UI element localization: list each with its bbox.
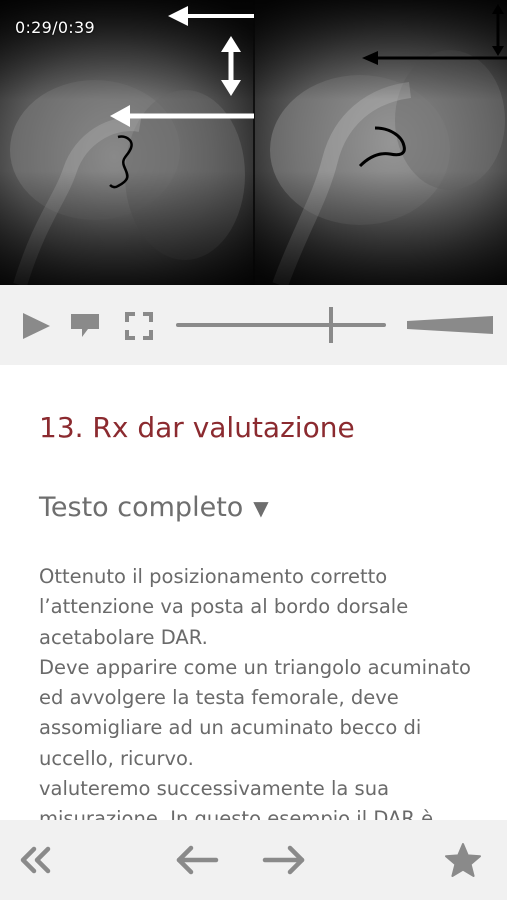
comment-icon bbox=[71, 314, 99, 337]
comment-button[interactable] bbox=[70, 313, 100, 339]
xray-video-frame bbox=[0, 0, 507, 285]
video-timecode: 0:29/0:39 bbox=[15, 18, 95, 37]
previous-button[interactable] bbox=[175, 842, 219, 878]
lesson-content[interactable]: 13. Rx dar valutazione Testo completo ▼ … bbox=[0, 365, 507, 820]
arrow-left-icon bbox=[176, 845, 219, 875]
seek-slider[interactable] bbox=[176, 305, 386, 345]
seek-track bbox=[176, 323, 386, 327]
fullscreen-icon bbox=[125, 312, 153, 340]
video-player[interactable]: 0:29/0:39 bbox=[0, 0, 507, 285]
paragraph: Deve apparire come un triangolo acuminat… bbox=[39, 655, 471, 770]
caret-down-icon: ▼ bbox=[253, 495, 269, 520]
next-button[interactable] bbox=[262, 842, 306, 878]
back-to-start-button[interactable] bbox=[18, 842, 54, 878]
rewind-icon bbox=[20, 846, 51, 874]
arrow-right-icon bbox=[262, 845, 305, 875]
play-button[interactable] bbox=[20, 312, 52, 340]
seek-thumb[interactable] bbox=[329, 307, 333, 343]
full-text-toggle[interactable]: Testo completo ▼ bbox=[39, 492, 269, 523]
favorite-button[interactable] bbox=[444, 842, 482, 878]
player-controls bbox=[0, 285, 507, 365]
lesson-title: 13. Rx dar valutazione bbox=[39, 411, 355, 444]
volume-icon bbox=[407, 316, 493, 334]
volume-control[interactable] bbox=[405, 313, 495, 337]
full-text-label: Testo completo bbox=[39, 492, 244, 523]
paragraph: Ottenuto il posizionamento corretto l’at… bbox=[39, 565, 409, 649]
fullscreen-button[interactable] bbox=[125, 312, 153, 340]
lesson-body-text: Ottenuto il posizionamento corretto l’at… bbox=[39, 562, 489, 820]
play-icon bbox=[23, 313, 50, 339]
star-icon bbox=[445, 843, 481, 877]
paragraph: valuteremo successivamente la sua misura… bbox=[39, 777, 434, 820]
bottom-navigation-bar bbox=[0, 820, 507, 900]
